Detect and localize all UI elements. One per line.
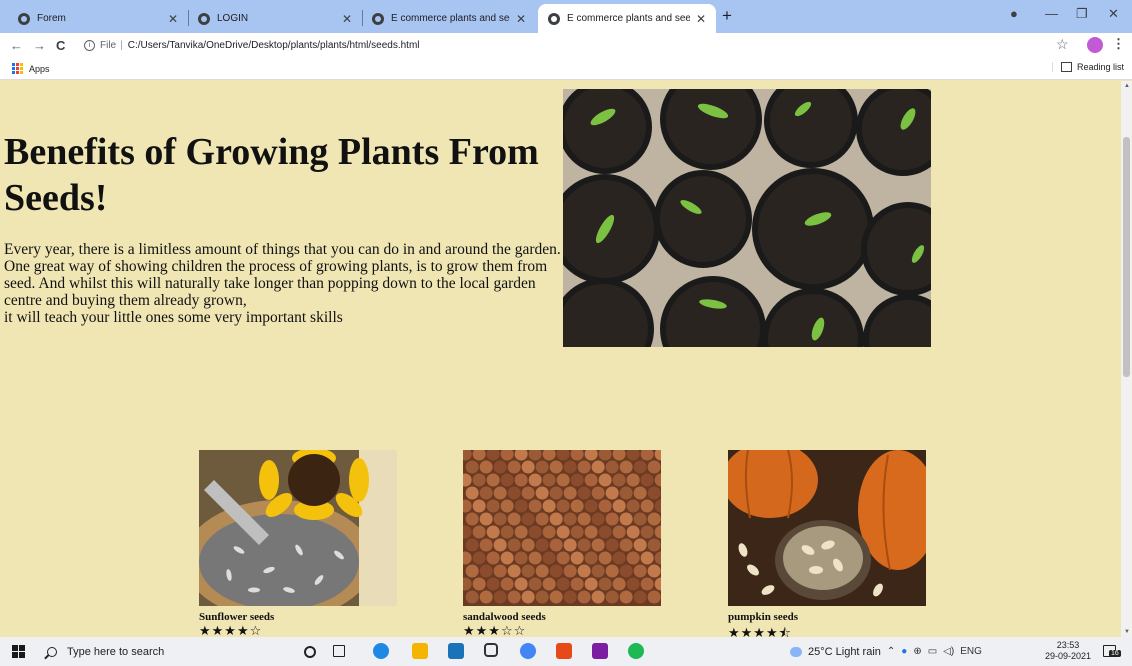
clock-date: 29-09-2021 bbox=[1044, 651, 1092, 661]
apps-grid-icon bbox=[12, 63, 23, 74]
battery-icon[interactable]: ▭ bbox=[928, 646, 937, 657]
page-scrollbar[interactable]: ▲ ▼ bbox=[1121, 81, 1132, 637]
avatar[interactable] bbox=[1087, 37, 1103, 53]
url-text: C:/Users/Tanvika/OneDrive/Desktop/plants… bbox=[127, 40, 420, 51]
windows-start-icon[interactable] bbox=[12, 645, 25, 658]
kebab-menu-icon[interactable]: ⋮ bbox=[1112, 36, 1125, 52]
url-divider: | bbox=[120, 40, 123, 51]
chevron-up-icon[interactable]: ⌃ bbox=[887, 646, 895, 657]
vs-code-icon[interactable] bbox=[592, 643, 608, 659]
globe-icon bbox=[198, 12, 210, 25]
tab-label: E commerce plants and seeds pl bbox=[567, 13, 690, 24]
tab-label: E commerce plants and seeds pl bbox=[391, 13, 510, 24]
close-icon[interactable]: ✕ bbox=[696, 12, 706, 26]
chrome-icon[interactable] bbox=[520, 643, 536, 659]
close-icon[interactable]: ✕ bbox=[516, 12, 526, 26]
bookmarks-bar: Apps Reading list bbox=[0, 58, 1132, 80]
info-icon[interactable]: i bbox=[84, 40, 95, 51]
weather-icon bbox=[790, 646, 802, 657]
spotify-icon[interactable] bbox=[628, 643, 644, 659]
intro-line: it will teach your little ones some very… bbox=[4, 309, 343, 326]
back-icon[interactable]: ← bbox=[10, 38, 23, 53]
language-indicator[interactable]: ENG bbox=[960, 646, 982, 657]
scroll-up-icon[interactable]: ▲ bbox=[1124, 83, 1130, 89]
product-name[interactable]: pumpkin seeds bbox=[728, 611, 928, 623]
tab-ecommerce-active[interactable]: E commerce plants and seeds pl ✕ bbox=[538, 4, 716, 33]
forward-icon[interactable]: → bbox=[33, 38, 46, 53]
seedling-pots-image bbox=[563, 89, 931, 347]
office-icon[interactable] bbox=[556, 643, 572, 659]
intro-line: Every year, there is a limitless amount … bbox=[4, 241, 561, 309]
profile-badge-icon[interactable]: ● bbox=[1010, 6, 1018, 21]
product-card[interactable]: Sunflower seeds ★★★★☆ bbox=[199, 450, 399, 637]
globe-icon bbox=[548, 12, 560, 25]
product-card[interactable]: sandalwood seeds ★★★☆☆ bbox=[463, 450, 663, 637]
address-bar[interactable]: i File | C:/Users/Tanvika/OneDrive/Deskt… bbox=[84, 35, 1044, 56]
new-tab-button[interactable]: + bbox=[722, 6, 732, 26]
scroll-thumb[interactable] bbox=[1123, 137, 1130, 377]
bluetooth-icon[interactable]: ● bbox=[901, 646, 907, 657]
search-icon bbox=[47, 646, 57, 657]
taskbar-search[interactable]: Type here to search bbox=[42, 641, 276, 662]
store-icon[interactable] bbox=[448, 643, 464, 659]
weather-text[interactable]: 25°C Light rain bbox=[808, 646, 881, 658]
network-icon[interactable]: ⊕ bbox=[913, 646, 921, 657]
intro-paragraph: Every year, there is a limitless amount … bbox=[4, 241, 566, 326]
product-card[interactable]: pumpkin seeds ★★★★⯪ bbox=[728, 450, 928, 637]
reading-list-icon bbox=[1061, 62, 1072, 72]
apps-shortcut[interactable]: Apps bbox=[12, 63, 50, 74]
bookmark-star-icon[interactable]: ☆ bbox=[1056, 36, 1069, 53]
rating-stars: ★★★★☆ bbox=[199, 624, 263, 637]
windows-taskbar: Type here to search 25°C Light rain ⌃ ● … bbox=[0, 637, 1132, 666]
taskbar-clock[interactable]: 23:53 29-09-2021 bbox=[1044, 640, 1092, 662]
minimize-icon[interactable]: — bbox=[1045, 6, 1058, 21]
edge-icon[interactable] bbox=[373, 643, 389, 659]
rating-stars: ★★★★⯪ bbox=[728, 626, 792, 637]
reading-list-label: Reading list bbox=[1077, 62, 1125, 72]
sandalwood-seeds-image bbox=[463, 450, 661, 606]
clock-time: 23:53 bbox=[1056, 640, 1080, 650]
rating-stars: ★★★☆☆ bbox=[463, 624, 527, 637]
tab-ecommerce-1[interactable]: E commerce plants and seeds pl ✕ bbox=[362, 4, 536, 33]
product-name[interactable]: Sunflower seeds bbox=[199, 611, 399, 623]
tab-label: Forem bbox=[37, 13, 66, 24]
globe-icon bbox=[18, 12, 30, 25]
system-tray: 25°C Light rain ⌃ ● ⊕ ▭ ◁) ENG bbox=[790, 637, 982, 666]
globe-icon bbox=[372, 12, 384, 25]
browser-tab-bar: Forem ✕ LOGIN ✕ E commerce plants and se… bbox=[0, 0, 1132, 33]
notification-count: 16 bbox=[1109, 650, 1121, 657]
sunflower-seeds-image bbox=[199, 450, 397, 606]
reload-icon[interactable]: C bbox=[56, 38, 65, 53]
clock-app-icon[interactable] bbox=[484, 643, 498, 657]
scroll-down-icon[interactable]: ▼ bbox=[1124, 629, 1130, 635]
apps-label: Apps bbox=[29, 63, 50, 74]
page-title: Benefits of Growing Plants From Seeds! bbox=[4, 131, 539, 219]
page-viewport: Benefits of Growing Plants From Seeds! E… bbox=[0, 81, 1121, 637]
pumpkin-seeds-image bbox=[728, 450, 926, 606]
window-close-icon[interactable]: ✕ bbox=[1108, 6, 1119, 22]
browser-toolbar: ← → C i File | C:/Users/Tanvika/OneDrive… bbox=[0, 33, 1132, 58]
product-name[interactable]: sandalwood seeds bbox=[463, 611, 663, 623]
reading-list-button[interactable]: Reading list bbox=[1052, 62, 1124, 72]
tab-forem[interactable]: Forem ✕ bbox=[8, 4, 188, 33]
url-scheme: File bbox=[100, 40, 117, 51]
close-icon[interactable]: ✕ bbox=[342, 12, 352, 26]
restore-icon[interactable]: ❐ bbox=[1076, 6, 1088, 22]
close-icon[interactable]: ✕ bbox=[168, 12, 178, 26]
task-view-icon[interactable] bbox=[333, 645, 345, 657]
tab-label: LOGIN bbox=[217, 13, 249, 24]
search-placeholder: Type here to search bbox=[67, 645, 165, 658]
tab-login[interactable]: LOGIN ✕ bbox=[188, 4, 362, 33]
file-explorer-icon[interactable] bbox=[412, 643, 428, 659]
cortana-icon[interactable] bbox=[304, 646, 316, 658]
volume-icon[interactable]: ◁) bbox=[943, 646, 954, 657]
